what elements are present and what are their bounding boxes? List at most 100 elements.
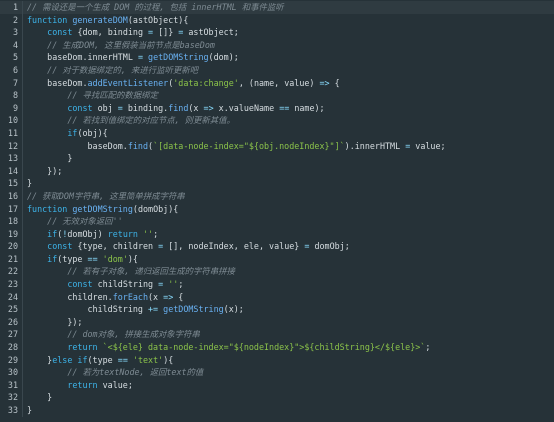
gutter-divider	[22, 202, 23, 216]
gutter-divider	[22, 139, 23, 153]
code-line[interactable]: 15}	[0, 177, 554, 190]
code-token: ''	[168, 279, 179, 290]
code-line[interactable]: 11 if(obj){	[0, 126, 554, 140]
code-text: // 需设还是一个生成 DOM 的过程, 包括 innerHTML 和事件监听	[27, 1, 554, 14]
code-text: // 寻找匹配的数据绑定	[27, 89, 554, 102]
gutter-divider	[22, 341, 23, 354]
code-line[interactable]: 31 return value;	[0, 378, 554, 392]
line-number: 29	[7, 354, 18, 365]
code-line[interactable]: 27 // dom对象, 拼接生成对象字符串	[0, 328, 554, 342]
code-token: if	[47, 228, 58, 239]
code-line[interactable]: 2 function generateDOM(astObject){	[0, 13, 554, 27]
code-line[interactable]: 21 if(type == 'dom'){	[0, 252, 554, 266]
code-token: getDOMString	[148, 52, 209, 63]
code-token: ==	[117, 354, 133, 365]
line-number: 32	[7, 392, 18, 403]
code-line[interactable]: 25 childString += getDOMString(x);	[0, 303, 554, 316]
code-line[interactable]: 17 function getDOMString(domObj){	[0, 202, 554, 216]
code-line[interactable]: 33}	[0, 404, 554, 417]
code-token: (domObj){	[132, 203, 179, 214]
code-line[interactable]: 19 if(!domObj) return '';	[0, 227, 554, 241]
code-line[interactable]: 16 // 获取DOM字符串, 这里简单拼成字符串	[0, 189, 554, 203]
gutter-divider	[22, 1, 23, 14]
code-text: }	[27, 404, 554, 417]
code-line[interactable]: 9 const obj = binding.find(x => x.valueN…	[0, 101, 554, 115]
line-number: 33	[7, 405, 18, 415]
code-line[interactable]: 22 // 若有子对象, 递归返回生成的字符串拼接	[0, 265, 554, 279]
line-number: 25	[7, 304, 18, 315]
code-token: return	[67, 342, 103, 353]
code-line[interactable]: 20 const {type, children = [], nodeIndex…	[0, 240, 554, 253]
code-line[interactable]: 23 const childString = '';	[0, 278, 554, 291]
code-token: obj	[97, 102, 118, 113]
code-line[interactable]: 29 }else if(type == 'text'){	[0, 353, 554, 367]
code-line[interactable]: 12 baseDom.find(`[data-node-index="${obj…	[0, 139, 554, 153]
code-line[interactable]: 3 const {dom, binding = []} = astObject;	[0, 26, 554, 39]
code-text: return value;	[27, 379, 554, 392]
code-text: return `<${ele} data-node-index="${nodeI…	[27, 341, 554, 354]
line-number: 14	[7, 165, 18, 176]
code-token: value;	[415, 140, 446, 151]
line-number: 13	[7, 153, 18, 164]
code-token: generateDOM	[72, 14, 128, 25]
code-token: 'dom'	[102, 253, 128, 264]
code-line[interactable]: 32 }	[0, 391, 554, 404]
code-token: 'data:change'	[173, 77, 239, 88]
gutter-divider	[22, 215, 23, 228]
gutter-divider	[22, 227, 23, 241]
gutter-divider	[22, 353, 23, 367]
code-line[interactable]: 5 baseDom.innerHTML = getDOMString(dom);	[0, 51, 554, 64]
code-token: {type, children	[77, 241, 159, 252]
gutter-divider	[22, 63, 23, 77]
code-line[interactable]: 13 }	[0, 152, 554, 165]
gutter-divider	[22, 26, 23, 39]
code-token: =	[178, 27, 189, 38]
code-token: baseDom.	[27, 140, 128, 151]
code-token: baseDom.innerHTML	[27, 52, 138, 63]
code-text: // 若为textNode, 返回text的值	[27, 366, 554, 379]
code-text: if(type == 'dom'){	[27, 253, 554, 266]
code-line[interactable]: 8 // 寻找匹配的数据绑定	[0, 89, 554, 102]
code-token: , (name, value)	[238, 77, 320, 88]
code-line[interactable]: 6 // 对于数据绑定的, 来进行监听更新吧	[0, 63, 554, 77]
code-token: (x	[148, 291, 164, 302]
line-number: 27	[7, 329, 18, 340]
code-token: domObj)	[67, 228, 108, 239]
code-token: (dom);	[208, 52, 239, 63]
code-token: const	[67, 102, 98, 113]
code-line[interactable]: 30 // 若为textNode, 返回text的值	[0, 366, 554, 379]
line-number: 19	[7, 228, 18, 239]
code-token: function	[27, 203, 73, 214]
code-token: (type	[57, 253, 88, 264]
code-line[interactable]: 18 // 无效对象返回''	[0, 215, 554, 228]
code-line[interactable]: 4 // 生成DOM, 这里假装当前节点是baseDom	[0, 38, 554, 52]
code-token: =	[148, 27, 159, 38]
code-line[interactable]: 28 return `<${ele} data-node-index="${no…	[0, 341, 554, 354]
code-line[interactable]: 1 // 需设还是一个生成 DOM 的过程, 包括 innerHTML 和事件监听	[0, 1, 554, 14]
code-token: ;	[153, 228, 159, 239]
code-text: children.forEach(x => {	[27, 291, 554, 304]
code-text: }	[27, 152, 554, 165]
code-line[interactable]: 26 });	[0, 315, 554, 329]
code-line[interactable]: 10 // 若找到值绑定的对应节点, 则更新其值。	[0, 114, 554, 127]
code-editor[interactable]: 1 // 需设还是一个生成 DOM 的过程, 包括 innerHTML 和事件监听…	[0, 0, 554, 422]
code-token: ''	[143, 228, 154, 239]
line-number: 11	[7, 127, 18, 138]
gutter-divider	[22, 164, 23, 178]
code-text: // 若找到值绑定的对应节点, 则更新其值。	[27, 114, 554, 127]
code-line[interactable]: 14 });	[0, 164, 554, 178]
code-line[interactable]: 7 baseDom.addEventListener('data:change'…	[0, 76, 554, 90]
code-token: 'text'	[132, 354, 164, 365]
code-text: const childString = '';	[27, 278, 554, 291]
code-token: // 若有子对象, 递归返回生成的字符串拼接	[67, 266, 235, 277]
line-number: 15	[7, 178, 18, 189]
gutter-divider	[22, 265, 23, 279]
code-line[interactable]: 24 children.forEach(x => {	[0, 290, 554, 304]
line-number: 1	[12, 2, 18, 12]
